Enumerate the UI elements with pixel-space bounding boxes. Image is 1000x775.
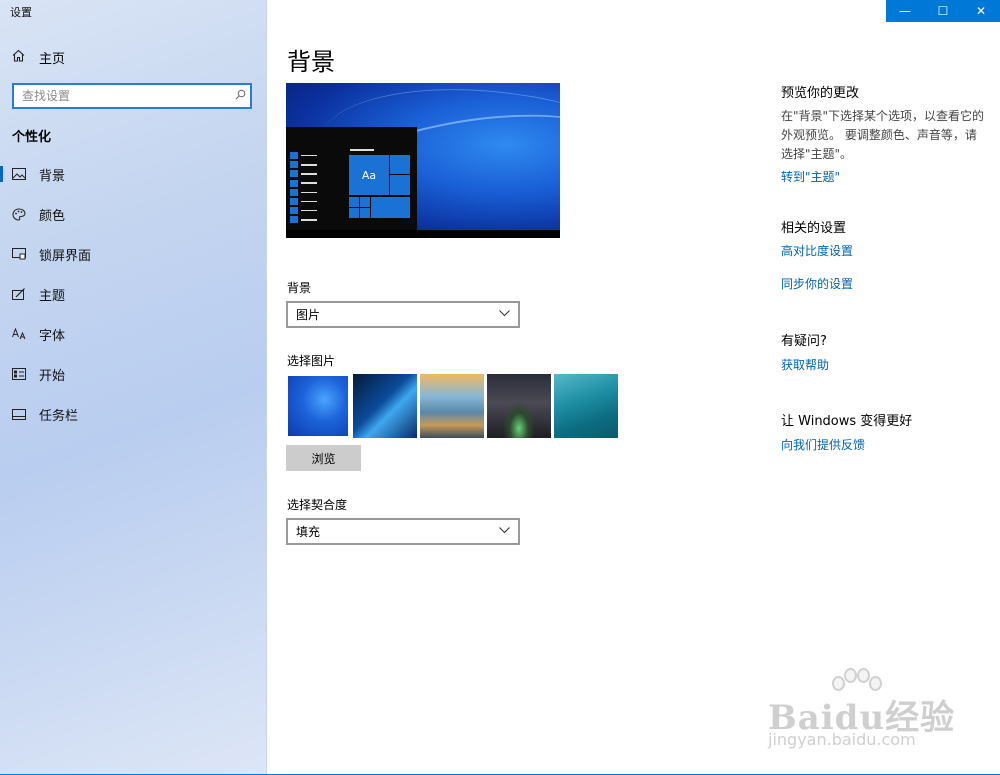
- preview-description: 在"背景"下选择某个选项，以查看它的外观预览。 要调整颜色、声音等，请选择"主题…: [781, 109, 985, 161]
- picture-thumbnails: [286, 374, 618, 438]
- font-icon: [12, 327, 26, 341]
- fit-dropdown[interactable]: 填充: [286, 518, 520, 545]
- sidebar-item-start[interactable]: 开始: [0, 354, 267, 394]
- browse-button[interactable]: 浏览: [286, 445, 361, 471]
- related-heading: 相关的设置: [781, 221, 847, 236]
- preview-tile: [390, 155, 410, 174]
- fit-dropdown-value: 填充: [296, 525, 321, 539]
- sidebar-item-taskbar[interactable]: 任务栏: [0, 394, 267, 434]
- feedback-section: 让 Windows 变得更好 向我们提供反馈: [781, 410, 986, 453]
- sidebar-item-colors[interactable]: 颜色: [0, 194, 267, 234]
- preview-heading: 预览你的更改: [781, 86, 860, 101]
- watermark-url: jingyan.baidu.com: [768, 730, 916, 749]
- search-input[interactable]: [14, 85, 230, 107]
- preview-tile: [360, 197, 370, 207]
- related-settings-section: 相关的设置 高对比度设置 同步你的设置: [781, 217, 986, 292]
- search-icon[interactable]: [230, 89, 250, 103]
- preview-tile: [390, 175, 410, 195]
- preview-info-section: 预览你的更改 在"背景"下选择某个选项，以查看它的外观预览。 要调整颜色、声音等…: [781, 82, 986, 185]
- high-contrast-link[interactable]: 高对比度设置: [781, 242, 986, 259]
- baidu-watermark: Baidu经验 jingyan.baidu.com: [768, 666, 968, 756]
- lock-screen-icon: [12, 247, 26, 261]
- picture-thumbnail[interactable]: [420, 374, 484, 438]
- sidebar-item-label: 颜色: [39, 208, 66, 224]
- go-to-themes-link[interactable]: 转到"主题": [781, 168, 986, 185]
- preview-app-list: [290, 151, 317, 225]
- sidebar: 设置 主页 个性化 背景 颜色 锁屏界面 主题: [0, 0, 267, 775]
- picture-icon: [12, 167, 26, 181]
- sidebar-item-label: 主题: [39, 288, 66, 304]
- picture-thumbnail[interactable]: [353, 374, 417, 438]
- question-section: 有疑问? 获取帮助: [781, 330, 986, 373]
- sync-settings-link[interactable]: 同步你的设置: [781, 275, 986, 292]
- preview-tile: [371, 197, 410, 218]
- window-controls: — ☐ ✕: [886, 0, 1000, 22]
- preview-tiles-header: [350, 149, 374, 151]
- preview-taskbar: [286, 230, 560, 238]
- sidebar-item-themes[interactable]: 主题: [0, 274, 267, 314]
- sidebar-item-label: 锁屏界面: [39, 248, 92, 264]
- palette-icon: [12, 207, 26, 221]
- sidebar-item-fonts[interactable]: 字体: [0, 314, 267, 354]
- home-label: 主页: [39, 52, 66, 67]
- minimize-button[interactable]: —: [886, 0, 924, 22]
- sidebar-item-label: 任务栏: [39, 408, 79, 424]
- window-title: 设置: [10, 6, 32, 19]
- question-heading: 有疑问?: [781, 334, 827, 349]
- fit-label: 选择契合度: [287, 498, 348, 512]
- picture-thumbnail[interactable]: [487, 374, 551, 438]
- taskbar-icon: [12, 407, 26, 421]
- theme-icon: [12, 287, 26, 301]
- chevron-down-icon: [499, 309, 510, 320]
- background-dropdown[interactable]: 图片: [286, 301, 520, 328]
- picture-thumbnail[interactable]: [286, 374, 350, 438]
- home-nav-item[interactable]: 主页: [12, 48, 65, 67]
- background-label: 背景: [287, 281, 312, 295]
- preview-tile: [349, 197, 359, 207]
- choose-picture-label: 选择图片: [287, 354, 336, 368]
- sidebar-item-background[interactable]: 背景: [0, 154, 267, 194]
- search-box[interactable]: [12, 83, 252, 109]
- picture-thumbnail[interactable]: [554, 374, 618, 438]
- sidebar-item-lock-screen[interactable]: 锁屏界面: [0, 234, 267, 274]
- give-feedback-link[interactable]: 向我们提供反馈: [781, 436, 986, 453]
- start-icon: [12, 367, 26, 381]
- background-preview: Aa: [286, 83, 560, 238]
- sidebar-item-label: 背景: [39, 168, 66, 184]
- background-dropdown-value: 图片: [296, 308, 321, 322]
- preview-tile: [349, 208, 359, 218]
- preview-tile-aa: Aa: [349, 155, 389, 195]
- get-help-link[interactable]: 获取帮助: [781, 356, 986, 373]
- sidebar-item-label: 开始: [39, 368, 66, 384]
- maximize-button[interactable]: ☐: [924, 0, 962, 22]
- preview-tile: [360, 208, 370, 218]
- feedback-heading: 让 Windows 变得更好: [781, 414, 913, 429]
- preview-start-menu: Aa: [286, 127, 417, 230]
- home-icon: [12, 49, 25, 66]
- chevron-down-icon: [499, 526, 510, 537]
- sidebar-item-label: 字体: [39, 328, 66, 344]
- close-button[interactable]: ✕: [962, 0, 1000, 22]
- page-title: 背景: [287, 48, 335, 76]
- section-title: 个性化: [12, 130, 52, 145]
